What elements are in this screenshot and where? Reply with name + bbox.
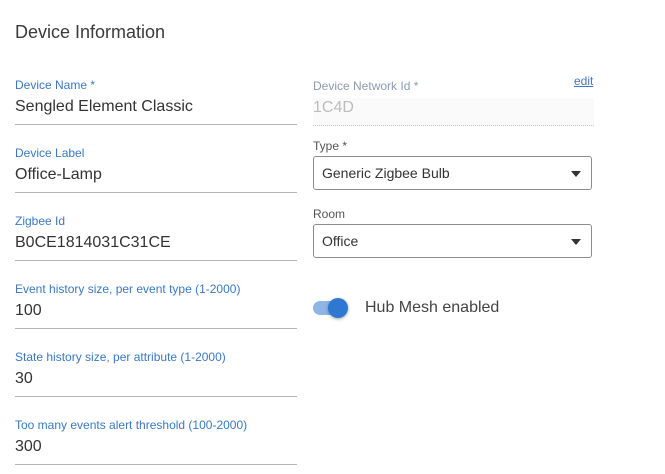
alert-threshold-label: Too many events alert threshold (100-200… bbox=[15, 418, 248, 432]
state-history-input[interactable]: 30 bbox=[15, 369, 297, 397]
network-id-label: Device Network Id * bbox=[313, 79, 419, 93]
device-name-input[interactable]: Sengled Element Classic bbox=[15, 97, 297, 125]
edit-network-id-link[interactable]: edit bbox=[574, 74, 593, 88]
type-select-value: Generic Zigbee Bulb bbox=[322, 165, 450, 181]
room-select-value: Office bbox=[322, 233, 359, 249]
hub-mesh-toggle-thumb[interactable] bbox=[328, 298, 348, 318]
device-label-field[interactable]: Device Label Office-Lamp bbox=[15, 146, 297, 193]
alert-threshold-field[interactable]: Too many events alert threshold (100-200… bbox=[15, 418, 297, 465]
device-name-field[interactable]: Device Name * Sengled Element Classic bbox=[15, 78, 297, 125]
hub-mesh-toggle[interactable] bbox=[313, 298, 348, 318]
hub-mesh-toggle-row[interactable]: Hub Mesh enabled bbox=[313, 298, 500, 318]
device-label-label: Device Label bbox=[15, 146, 85, 160]
state-history-label: State history size, per attribute (1-200… bbox=[15, 350, 226, 364]
device-label-input[interactable]: Office-Lamp bbox=[15, 165, 297, 193]
type-label: Type * bbox=[313, 139, 348, 153]
type-field[interactable]: Type * Generic Zigbee Bulb bbox=[313, 139, 592, 190]
event-history-label: Event history size, per event type (1-20… bbox=[15, 282, 241, 296]
alert-threshold-input[interactable]: 300 bbox=[15, 437, 297, 465]
room-field[interactable]: Room Office bbox=[313, 207, 592, 258]
hub-mesh-label: Hub Mesh enabled bbox=[365, 299, 500, 316]
room-select[interactable]: Office bbox=[313, 224, 592, 258]
chevron-down-icon bbox=[571, 239, 581, 245]
zigbee-id-field[interactable]: Zigbee Id B0CE1814031C31CE bbox=[15, 214, 297, 261]
event-history-input[interactable]: 100 bbox=[15, 301, 297, 329]
zigbee-id-input[interactable]: B0CE1814031C31CE bbox=[15, 233, 297, 261]
section-title: Device Information bbox=[15, 22, 166, 42]
network-id-input: 1C4D bbox=[313, 98, 594, 126]
chevron-down-icon bbox=[571, 171, 581, 177]
room-label: Room bbox=[313, 207, 346, 221]
type-select[interactable]: Generic Zigbee Bulb bbox=[313, 156, 592, 190]
state-history-field[interactable]: State history size, per attribute (1-200… bbox=[15, 350, 297, 397]
device-name-label: Device Name * bbox=[15, 78, 96, 92]
zigbee-id-label: Zigbee Id bbox=[15, 214, 66, 228]
event-history-field[interactable]: Event history size, per event type (1-20… bbox=[15, 282, 297, 329]
network-id-field: Device Network Id * 1C4D bbox=[313, 79, 594, 126]
